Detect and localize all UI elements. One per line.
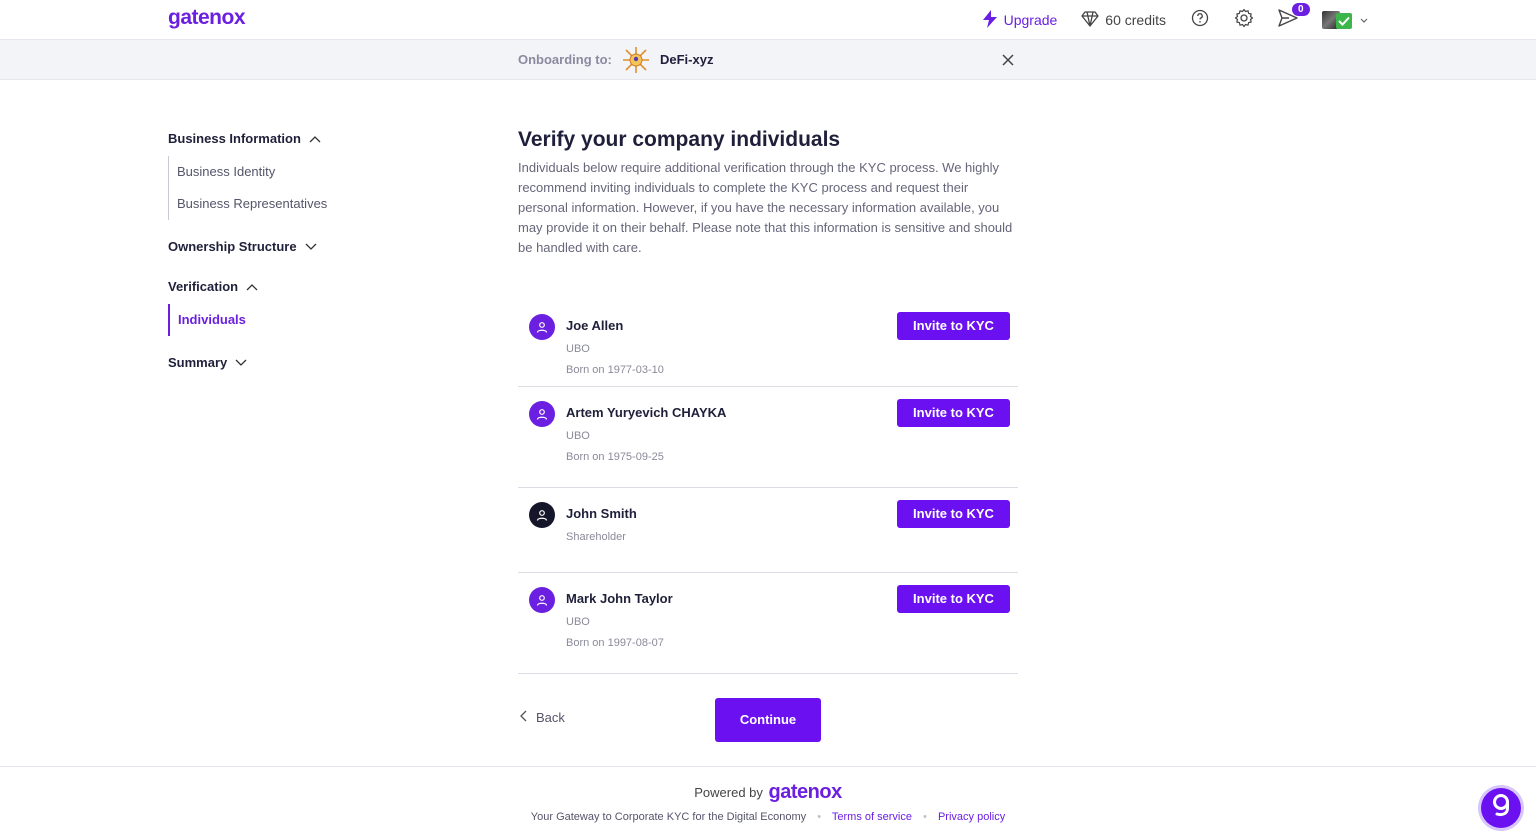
individual-birthdate: Born on 1975-09-25 <box>566 451 664 463</box>
onboarding-label: Onboarding to: <box>518 52 612 67</box>
separator-dot: • <box>817 811 822 823</box>
privacy-policy-link[interactable]: Privacy policy <box>938 811 1005 823</box>
footer-links: Your Gateway to Corporate KYC for the Di… <box>0 811 1536 823</box>
section-title: Ownership Structure <box>168 238 297 254</box>
section-title: Verification <box>168 278 239 294</box>
credits-display[interactable]: 60 credits <box>1081 10 1166 30</box>
individual-name: John Smith <box>566 506 637 521</box>
chevron-up-icon <box>309 131 321 146</box>
verified-check-icon <box>1336 13 1352 29</box>
chevron-down-icon <box>1360 11 1368 29</box>
individual-name: Mark John Taylor <box>566 591 673 606</box>
gear-icon <box>1234 8 1254 33</box>
individual-role: UBO <box>566 343 590 355</box>
notification-badge: 0 <box>1292 3 1310 16</box>
individual-role: UBO <box>566 430 590 442</box>
sidebar-item-business-identity[interactable]: Business Identity <box>177 156 428 188</box>
list-item: John Smith Shareholder Invite to KYC <box>518 488 1018 573</box>
chevron-down-icon <box>235 355 247 370</box>
individual-name: Artem Yuryevich CHAYKA <box>566 405 727 420</box>
notifications-button[interactable]: 0 <box>1278 3 1310 30</box>
section-title: Business Information <box>168 130 301 146</box>
header-actions: Upgrade 60 credits 0 <box>982 0 1368 40</box>
top-header: gatenox Upgrade 60 credits 0 <box>0 0 1536 40</box>
chevron-down-icon <box>305 239 317 254</box>
section-verification[interactable]: Verification <box>168 272 428 300</box>
list-item: Mark John Taylor UBO Born on 1997-08-07 … <box>518 573 1018 674</box>
gatenox-g-icon <box>1490 792 1512 825</box>
business-information-items: Business Identity Business Representativ… <box>168 156 428 220</box>
section-title: Summary <box>168 354 228 370</box>
invite-to-kyc-button[interactable]: Invite to KYC <box>897 500 1010 528</box>
individual-role: UBO <box>566 616 590 628</box>
footer-logo: gatenox <box>768 781 843 803</box>
chat-support-button[interactable] <box>1481 788 1521 828</box>
help-button[interactable] <box>1190 9 1210 32</box>
section-business-information[interactable]: Business Information <box>168 124 428 152</box>
user-icon <box>529 587 555 613</box>
page-description: Individuals below require additional ver… <box>518 160 1013 255</box>
company-logo-icon <box>622 46 650 74</box>
terms-of-service-link[interactable]: Terms of service <box>832 811 912 823</box>
avatar <box>1322 10 1354 30</box>
onboarding-bar: Onboarding to: DeFi-xyz <box>0 40 1536 80</box>
footer: Powered by gatenox Your Gateway to Corpo… <box>0 766 1536 840</box>
back-button[interactable]: Back <box>520 710 565 725</box>
section-summary[interactable]: Summary <box>168 348 428 376</box>
individuals-list: Joe Allen UBO Born on 1977-03-10 Invite … <box>518 300 1018 674</box>
individual-birthdate: Born on 1997-08-07 <box>566 637 664 649</box>
invite-to-kyc-button[interactable]: Invite to KYC <box>897 312 1010 340</box>
sidebar-item-business-representatives[interactable]: Business Representatives <box>177 188 428 220</box>
list-item: Joe Allen UBO Born on 1977-03-10 Invite … <box>518 300 1018 387</box>
invite-to-kyc-button[interactable]: Invite to KYC <box>897 585 1010 613</box>
individual-role: Shareholder <box>566 531 626 543</box>
verification-items: Individuals <box>168 304 428 336</box>
page-title: Verify your company individuals <box>518 128 841 151</box>
powered-by: Powered by gatenox <box>0 781 1536 804</box>
chevron-up-icon <box>246 279 258 294</box>
onboarding-company-name: DeFi-xyz <box>660 52 714 67</box>
lightning-icon <box>982 9 998 31</box>
footer-tagline: Your Gateway to Corporate KYC for the Di… <box>530 811 807 823</box>
help-icon <box>1191 9 1209 32</box>
individual-birthdate: Born on 1977-03-10 <box>566 364 664 376</box>
list-item: Artem Yuryevich CHAYKA UBO Born on 1975-… <box>518 387 1018 488</box>
onboarding-steps-nav: Business Information Business Identity B… <box>168 124 428 376</box>
gatenox-logo[interactable]: gatenox <box>168 6 246 30</box>
user-icon <box>529 502 555 528</box>
section-ownership-structure[interactable]: Ownership Structure <box>168 232 428 260</box>
close-onboarding-button[interactable] <box>1000 52 1016 68</box>
separator-dot: • <box>923 811 927 823</box>
back-label: Back <box>536 710 565 725</box>
credits-label: 60 credits <box>1105 12 1166 28</box>
individual-name: Joe Allen <box>566 318 624 333</box>
user-menu[interactable] <box>1322 10 1368 30</box>
close-icon <box>1000 54 1016 72</box>
settings-button[interactable] <box>1234 8 1254 33</box>
chevron-left-icon <box>520 710 528 725</box>
continue-button[interactable]: Continue <box>715 698 821 742</box>
main-content: Verify your company individuals Individu… <box>518 128 1018 258</box>
user-icon <box>529 401 555 427</box>
invite-to-kyc-button[interactable]: Invite to KYC <box>897 399 1010 427</box>
sidebar-item-individuals[interactable]: Individuals <box>178 304 428 336</box>
powered-by-label: Powered by <box>694 785 763 800</box>
upgrade-link[interactable]: Upgrade <box>982 9 1058 31</box>
diamond-icon <box>1081 10 1099 30</box>
upgrade-label: Upgrade <box>1003 12 1058 28</box>
user-icon <box>529 314 555 340</box>
